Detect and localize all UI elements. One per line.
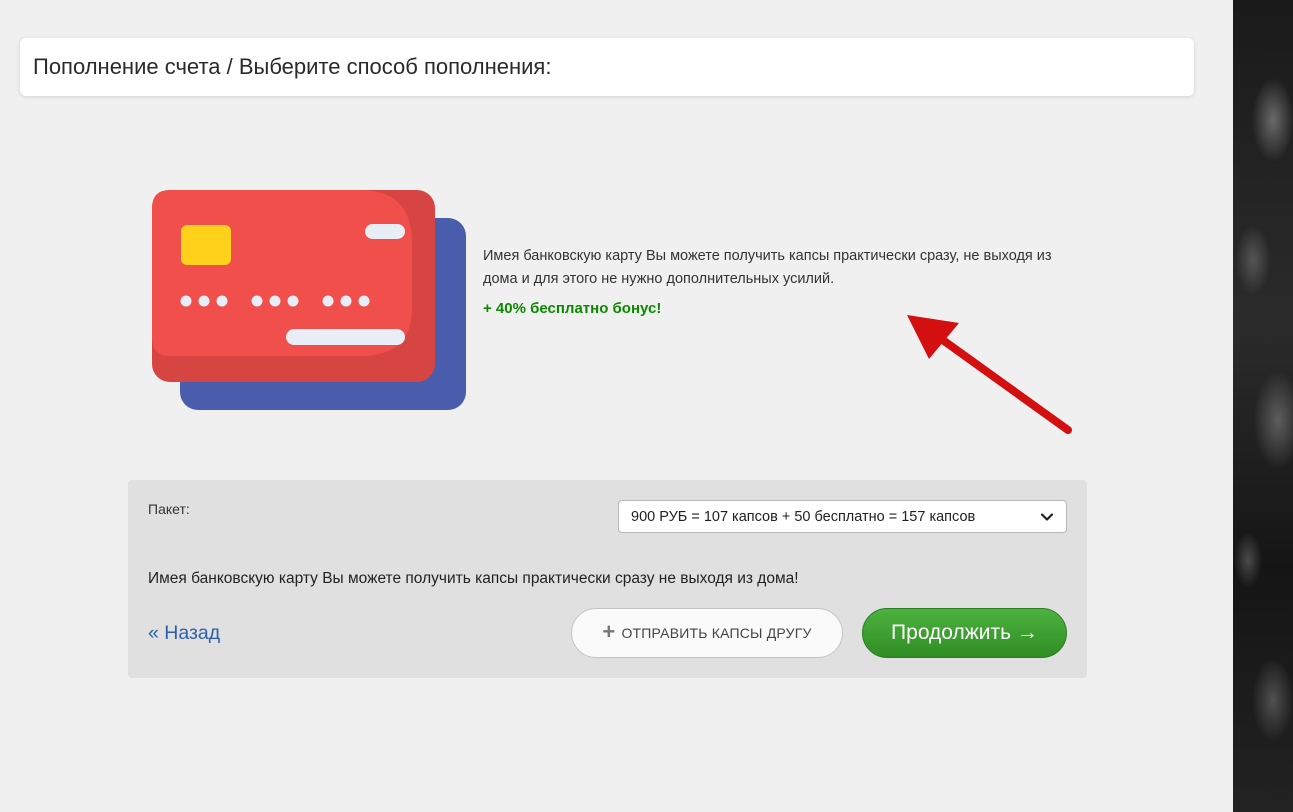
continue-button[interactable]: Продолжить → [862, 608, 1067, 658]
send-to-friend-label: ОТПРАВИТЬ КАПСЫ ДРУГУ [621, 625, 812, 641]
chevron-down-icon [1040, 512, 1054, 521]
card-chip [181, 225, 231, 265]
package-form-panel: Пакет: 900 РУБ = 107 капсов + 50 бесплат… [128, 480, 1087, 678]
continue-label: Продолжить → [891, 621, 1038, 644]
side-background-photo [1233, 0, 1293, 812]
package-label: Пакет: [148, 501, 190, 517]
panel-note: Имея банковскую карту Вы можете получить… [148, 570, 799, 587]
red-arrow [907, 315, 1072, 434]
card-name-bar [286, 329, 405, 345]
plus-icon: + [602, 619, 616, 644]
back-link[interactable]: « Назад [148, 622, 220, 645]
credit-cards-illustration [152, 190, 466, 410]
info-description: Имея банковскую карту Вы можете получить… [483, 248, 1052, 287]
send-to-friend-button[interactable]: + ОТПРАВИТЬ КАПСЫ ДРУГУ [571, 608, 843, 658]
card-logo-bar [365, 224, 405, 239]
page-title: Пополнение счета / Выберите способ попол… [33, 54, 552, 79]
header-card: Пополнение счета / Выберите способ попол… [20, 38, 1194, 96]
page: Пополнение счета / Выберите способ попол… [0, 0, 1293, 812]
package-select[interactable]: 900 РУБ = 107 капсов + 50 бесплатно = 15… [618, 500, 1067, 533]
package-selected-value: 900 РУБ = 107 капсов + 50 бесплатно = 15… [631, 508, 976, 525]
